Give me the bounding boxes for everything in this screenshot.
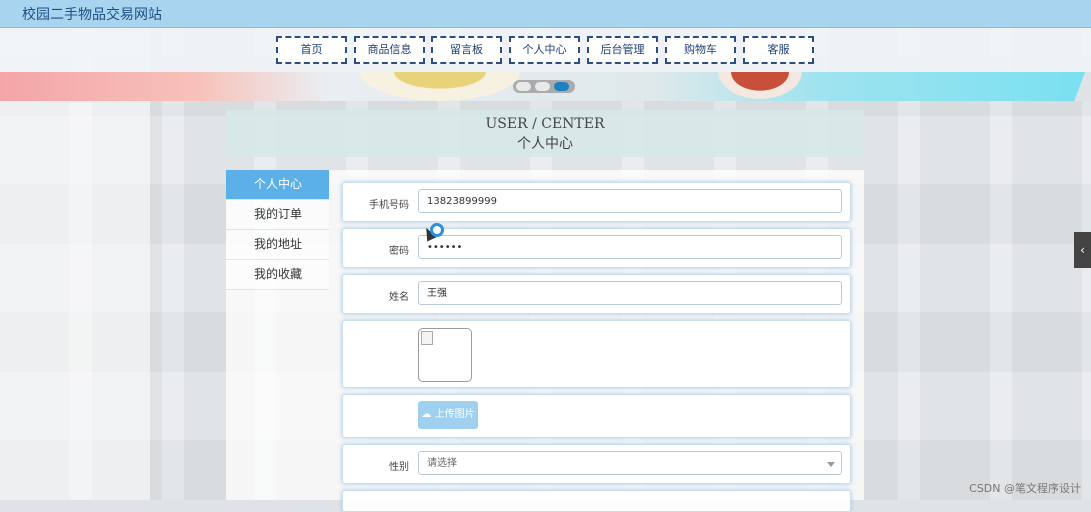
chevron-left-icon: ‹ xyxy=(1080,243,1085,257)
nav-admin[interactable]: 后台管理 xyxy=(587,36,658,64)
broken-image-icon xyxy=(421,331,433,345)
phone-label: 手机号码 xyxy=(369,200,409,211)
avatar-row xyxy=(342,320,851,388)
upload-button-label: 上传图片 xyxy=(434,409,475,420)
main-nav: 首页 商品信息 留言板 个人中心 后台管理 购物车 客服 xyxy=(0,28,1091,72)
phone-row: 手机号码 13823899999 xyxy=(342,182,851,222)
chevron-down-icon xyxy=(827,462,835,467)
collapse-panel-button[interactable]: ‹ xyxy=(1074,232,1091,268)
site-title: 校园二手物品交易网站 xyxy=(22,7,162,23)
upload-image-button[interactable]: ☁ 上传图片 xyxy=(418,401,478,429)
password-input[interactable]: •••••• xyxy=(418,235,842,259)
gender-row: 性别 请选择 xyxy=(342,444,851,484)
avatar-image-preview[interactable] xyxy=(418,328,472,382)
sidebar-item-orders[interactable]: 我的订单 xyxy=(226,200,329,230)
upload-row: ☁ 上传图片 xyxy=(342,394,851,438)
nav-products[interactable]: 商品信息 xyxy=(354,36,425,64)
banner-image-cup xyxy=(715,72,805,101)
banner-image-bowl xyxy=(360,72,520,101)
phone-input[interactable]: 13823899999 xyxy=(418,189,842,213)
sidebar-item-favorites[interactable]: 我的收藏 xyxy=(226,260,329,290)
name-label: 姓名 xyxy=(389,292,409,303)
gender-label: 性别 xyxy=(389,462,409,473)
next-row xyxy=(342,490,851,512)
nav-home[interactable]: 首页 xyxy=(276,36,347,64)
password-label: 密码 xyxy=(389,246,409,257)
user-center-content: 个人中心 我的订单 我的地址 我的收藏 手机号码 13823899999 密码 … xyxy=(226,170,864,512)
gender-select[interactable]: 请选择 xyxy=(418,451,842,475)
sidebar-item-address[interactable]: 我的地址 xyxy=(226,230,329,260)
watermark: CSDN @笔文程序设计 xyxy=(969,482,1081,495)
gender-select-placeholder: 请选择 xyxy=(427,458,457,469)
nav-cart[interactable]: 购物车 xyxy=(665,36,736,64)
nav-message-board[interactable]: 留言板 xyxy=(431,36,502,64)
carousel-indicator xyxy=(513,80,575,93)
password-row: 密码 •••••• xyxy=(342,228,851,268)
top-bar: 校园二手物品交易网站 xyxy=(0,0,1091,28)
name-input[interactable]: 王强 xyxy=(418,281,842,305)
cloud-upload-icon: ☁ xyxy=(421,409,432,420)
nav-customer-service[interactable]: 客服 xyxy=(743,36,814,64)
carousel-dot-active[interactable] xyxy=(554,82,569,91)
section-heading: USER / CENTER 个人中心 xyxy=(226,110,864,157)
carousel-dot[interactable] xyxy=(535,82,550,91)
sidebar-menu: 个人中心 我的订单 我的地址 我的收藏 xyxy=(226,170,329,290)
click-indicator-icon xyxy=(430,223,444,237)
nav-user-center[interactable]: 个人中心 xyxy=(509,36,580,64)
carousel-dot[interactable] xyxy=(516,82,531,91)
sidebar-item-user-center[interactable]: 个人中心 xyxy=(226,170,329,200)
name-row: 姓名 王强 xyxy=(342,274,851,314)
heading-chinese: 个人中心 xyxy=(517,136,573,152)
heading-english: USER / CENTER xyxy=(485,116,605,132)
